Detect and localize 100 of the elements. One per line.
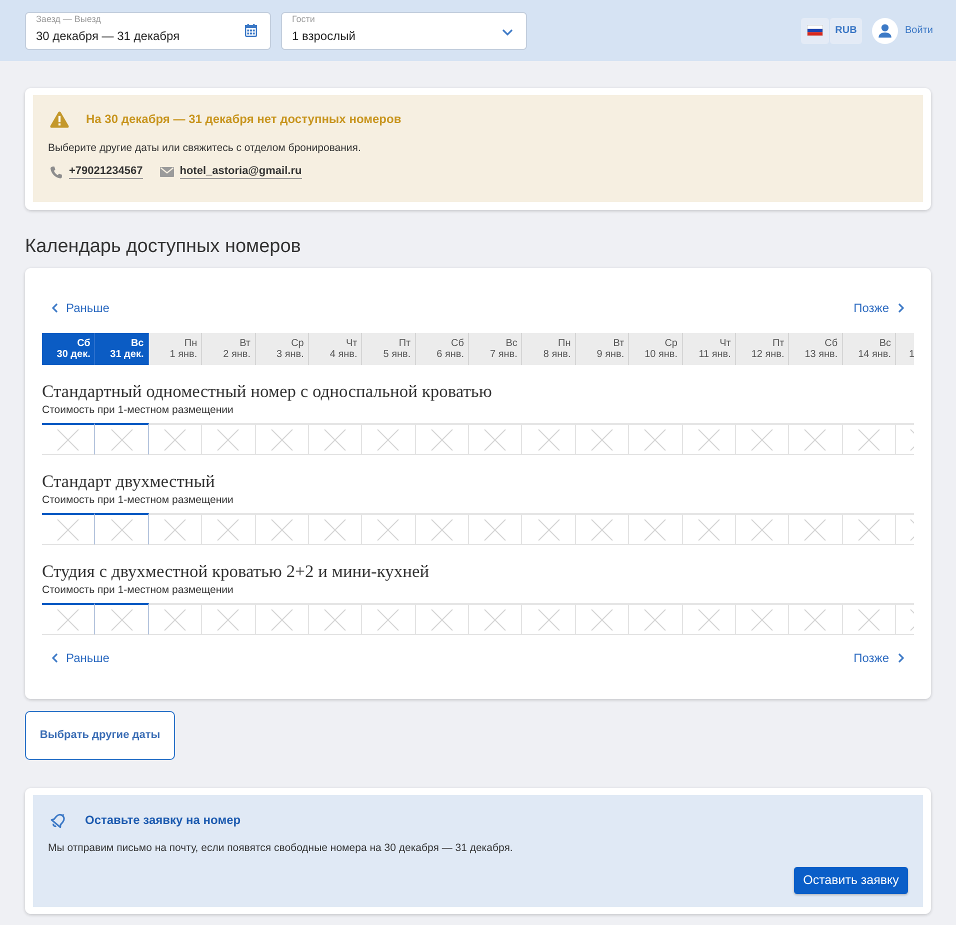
chevron-left-icon — [52, 303, 58, 313]
request-message: Мы отправим письмо на почту, если появятся свободные номера на 30 декабря — 31 декабря. — [48, 841, 514, 855]
date-column-header[interactable]: Сб 30 дек. — [42, 333, 96, 365]
cross-icon — [644, 608, 666, 630]
cross-icon — [910, 518, 914, 540]
cross-icon — [484, 608, 506, 630]
date-column-header[interactable]: Ср 3 янв. — [256, 333, 309, 365]
warning-icon — [50, 110, 69, 128]
cross-icon — [270, 428, 293, 450]
cross-icon — [324, 518, 346, 540]
date-column-header[interactable]: Пн 8 янв. — [522, 333, 576, 365]
cross-icon — [590, 518, 613, 540]
cross-icon — [751, 608, 774, 630]
choose-other-dates-button[interactable]: Выбрать другие даты — [25, 711, 175, 760]
cross-icon — [538, 428, 560, 450]
earlier-link[interactable]: Раньше — [52, 649, 110, 667]
cross-icon — [430, 518, 453, 540]
mail-icon — [160, 167, 174, 177]
language-button[interactable] — [801, 18, 830, 44]
field-label: Гости — [292, 14, 316, 24]
flag-icon — [807, 25, 824, 36]
cross-icon — [110, 608, 133, 630]
cross-icon — [590, 608, 613, 630]
cross-icon — [804, 518, 826, 540]
cross-icon — [644, 518, 666, 540]
chevron-down-icon — [502, 28, 513, 36]
room-title: Стандартный одноместный номер с односпальной кроватью — [42, 381, 493, 401]
cross-icon — [804, 608, 826, 630]
calendar-icon — [245, 24, 257, 36]
cross-icon — [858, 608, 880, 630]
cross-icon — [270, 608, 293, 630]
cross-icon — [164, 518, 186, 540]
cross-icon — [164, 608, 186, 630]
later-link[interactable]: Позже — [854, 649, 904, 667]
cross-icon — [57, 608, 80, 630]
phone-icon — [50, 166, 62, 178]
guests-dropdown[interactable]: Гости 1 взрослый — [281, 12, 527, 50]
date-column-header[interactable]: Вс 7 янв. — [469, 333, 522, 365]
cross-icon — [110, 428, 133, 450]
cross-icon — [377, 608, 400, 630]
date-column-header[interactable]: Чт 11 янв. — [682, 333, 736, 365]
cross-icon — [484, 518, 506, 540]
cross-icon — [110, 518, 133, 540]
login-link[interactable]: Войти — [872, 18, 933, 44]
cross-icon — [910, 608, 914, 630]
cross-icon — [430, 428, 453, 450]
cross-icon — [484, 428, 506, 450]
user-avatar-icon — [872, 18, 898, 44]
cross-icon — [430, 608, 453, 630]
date-column-header[interactable]: Вс 14 янв. — [842, 333, 896, 365]
date-column-header[interactable]: Сб 13 янв. — [789, 333, 843, 365]
cross-icon — [217, 608, 240, 630]
field-label: Заезд — Выезд — [36, 14, 102, 24]
date-column-header[interactable]: Вт 2 янв. — [202, 333, 256, 365]
cross-icon — [324, 428, 346, 450]
chevron-left-icon — [52, 653, 58, 663]
date-column-header[interactable]: 1 — [896, 333, 914, 365]
chevron-right-icon — [898, 303, 904, 313]
cross-icon — [57, 518, 80, 540]
cross-icon — [217, 518, 240, 540]
phone-link[interactable]: +79021234567 — [69, 165, 143, 179]
alert-title: На 30 декабря — 31 декабря нет доступных номеров — [86, 111, 402, 128]
date-column-header[interactable]: Пн 1 янв. — [148, 333, 202, 365]
earlier-link[interactable]: Раньше — [52, 299, 110, 317]
section-heading: Календарь доступных номеров — [25, 235, 302, 259]
chevron-right-icon — [898, 653, 904, 663]
cross-icon — [324, 608, 346, 630]
date-column-header[interactable]: Пт 5 янв. — [362, 333, 416, 365]
cross-icon — [217, 428, 240, 450]
cross-icon — [590, 428, 613, 450]
email-link[interactable]: hotel_astoria@gmail.ru — [180, 165, 302, 179]
submit-request-button[interactable]: Оставить заявку — [794, 867, 908, 894]
currency-button[interactable]: RUB — [830, 18, 862, 44]
cross-icon — [804, 428, 826, 450]
date-column-header[interactable]: Ср 10 янв. — [629, 333, 682, 365]
cross-icon — [644, 428, 666, 450]
cross-icon — [270, 518, 293, 540]
cross-icon — [751, 518, 774, 540]
cross-icon — [858, 428, 880, 450]
cross-icon — [538, 518, 560, 540]
room-subtitle: Стоимость при 1-местном размещении — [42, 493, 234, 507]
cross-icon — [377, 428, 400, 450]
cross-icon — [57, 428, 80, 450]
room-title: Стандарт двухместный — [42, 471, 216, 491]
date-column-header[interactable]: Чт 4 янв. — [308, 333, 362, 365]
cross-icon — [751, 428, 774, 450]
room-subtitle: Стоимость при 1-местном размещении — [42, 583, 234, 597]
date-column-header[interactable]: Пт 12 янв. — [736, 333, 790, 365]
room-subtitle: Стоимость при 1-местном размещении — [42, 403, 234, 417]
field-value: 30 декабря — 31 декабря — [36, 28, 180, 44]
room-title: Студия с двухместной кроватью 2+2 и мини-кухней — [42, 561, 430, 581]
date-column-header[interactable]: Вт 9 янв. — [576, 333, 630, 365]
cross-icon — [164, 428, 186, 450]
cross-icon — [538, 608, 560, 630]
date-column-header[interactable]: Сб 6 янв. — [416, 333, 469, 365]
cross-icon — [910, 428, 914, 450]
cross-icon — [858, 518, 880, 540]
date-range-field[interactable]: Заезд — Выезд 30 декабря — 31 декабря — [25, 12, 271, 50]
date-column-header[interactable]: Вс 31 дек. — [95, 333, 149, 365]
later-link[interactable]: Позже — [854, 299, 904, 317]
